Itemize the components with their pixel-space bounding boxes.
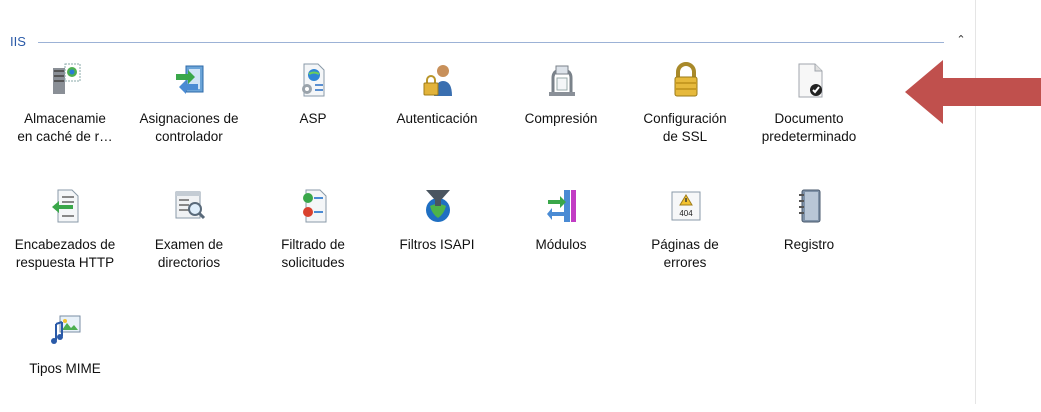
handler-mappings-icon <box>174 62 206 98</box>
feature-label: Módulos <box>535 237 587 252</box>
feature-directory-browsing[interactable]: Examen de directorios <box>130 188 248 288</box>
feature-label: ASP <box>299 111 327 126</box>
feature-label: Filtros ISAPI <box>399 237 475 252</box>
isapi-filters-icon <box>422 188 454 224</box>
output-cache-icon <box>50 62 82 98</box>
directory-browsing-icon <box>174 188 206 224</box>
feature-ssl-settings[interactable]: Configuración de SSL <box>626 62 744 162</box>
feature-label: Encabezados de respuesta HTTP <box>14 237 116 270</box>
group-divider <box>38 42 944 43</box>
feature-label: Configuración de SSL <box>643 111 727 144</box>
feature-label: Examen de directorios <box>154 237 224 270</box>
mime-types-icon <box>50 312 82 348</box>
request-filtering-icon <box>298 188 330 224</box>
logging-icon <box>794 188 826 224</box>
feature-label: Almacenamie en caché de r… <box>17 111 113 144</box>
feature-error-pages[interactable]: 404 Páginas de errores <box>626 188 744 288</box>
feature-compression[interactable]: Compresión <box>502 62 620 162</box>
feature-isapi-filters[interactable]: Filtros ISAPI <box>378 188 496 288</box>
feature-mime-types[interactable]: Tipos MIME <box>6 312 124 412</box>
error-pages-icon: 404 <box>670 188 702 224</box>
features-panel: IIS ⌃ Almacenamie en caché de r… Asignac… <box>0 0 975 404</box>
http-headers-icon <box>50 188 82 224</box>
feature-handler-mappings[interactable]: Asignaciones de controlador <box>130 62 248 162</box>
feature-modules[interactable]: Módulos <box>502 188 620 288</box>
feature-default-document[interactable]: Documento predeterminado <box>750 62 868 162</box>
feature-http-response-headers[interactable]: Encabezados de respuesta HTTP <box>6 188 124 288</box>
modules-icon <box>546 188 578 224</box>
annotation-arrow-icon <box>905 60 1041 124</box>
feature-request-filtering[interactable]: Filtrado de solicitudes <box>254 188 372 288</box>
collapse-chevron-icon[interactable]: ⌃ <box>954 33 968 49</box>
asp-icon <box>298 62 330 98</box>
feature-asp[interactable]: ASP <box>254 62 372 162</box>
feature-label: Páginas de errores <box>651 237 719 270</box>
ssl-lock-icon <box>670 62 702 98</box>
feature-label: Filtrado de solicitudes <box>281 237 345 270</box>
authentication-icon <box>422 62 454 98</box>
feature-authentication[interactable]: Autenticación <box>378 62 496 162</box>
feature-label: Autenticación <box>396 111 478 126</box>
group-title: IIS <box>10 34 26 49</box>
group-header: IIS ⌃ <box>10 32 970 52</box>
error-code-text: 404 <box>679 209 693 218</box>
feature-label: Documento predeterminado <box>761 111 857 144</box>
feature-label: Compresión <box>524 111 598 126</box>
feature-logging[interactable]: Registro <box>750 188 868 288</box>
feature-label: Tipos MIME <box>29 361 101 376</box>
compression-icon <box>546 62 578 98</box>
feature-label: Asignaciones de controlador <box>139 111 239 144</box>
feature-label: Registro <box>783 237 835 252</box>
feature-output-cache[interactable]: Almacenamie en caché de r… <box>6 62 124 162</box>
default-document-icon <box>794 62 826 98</box>
